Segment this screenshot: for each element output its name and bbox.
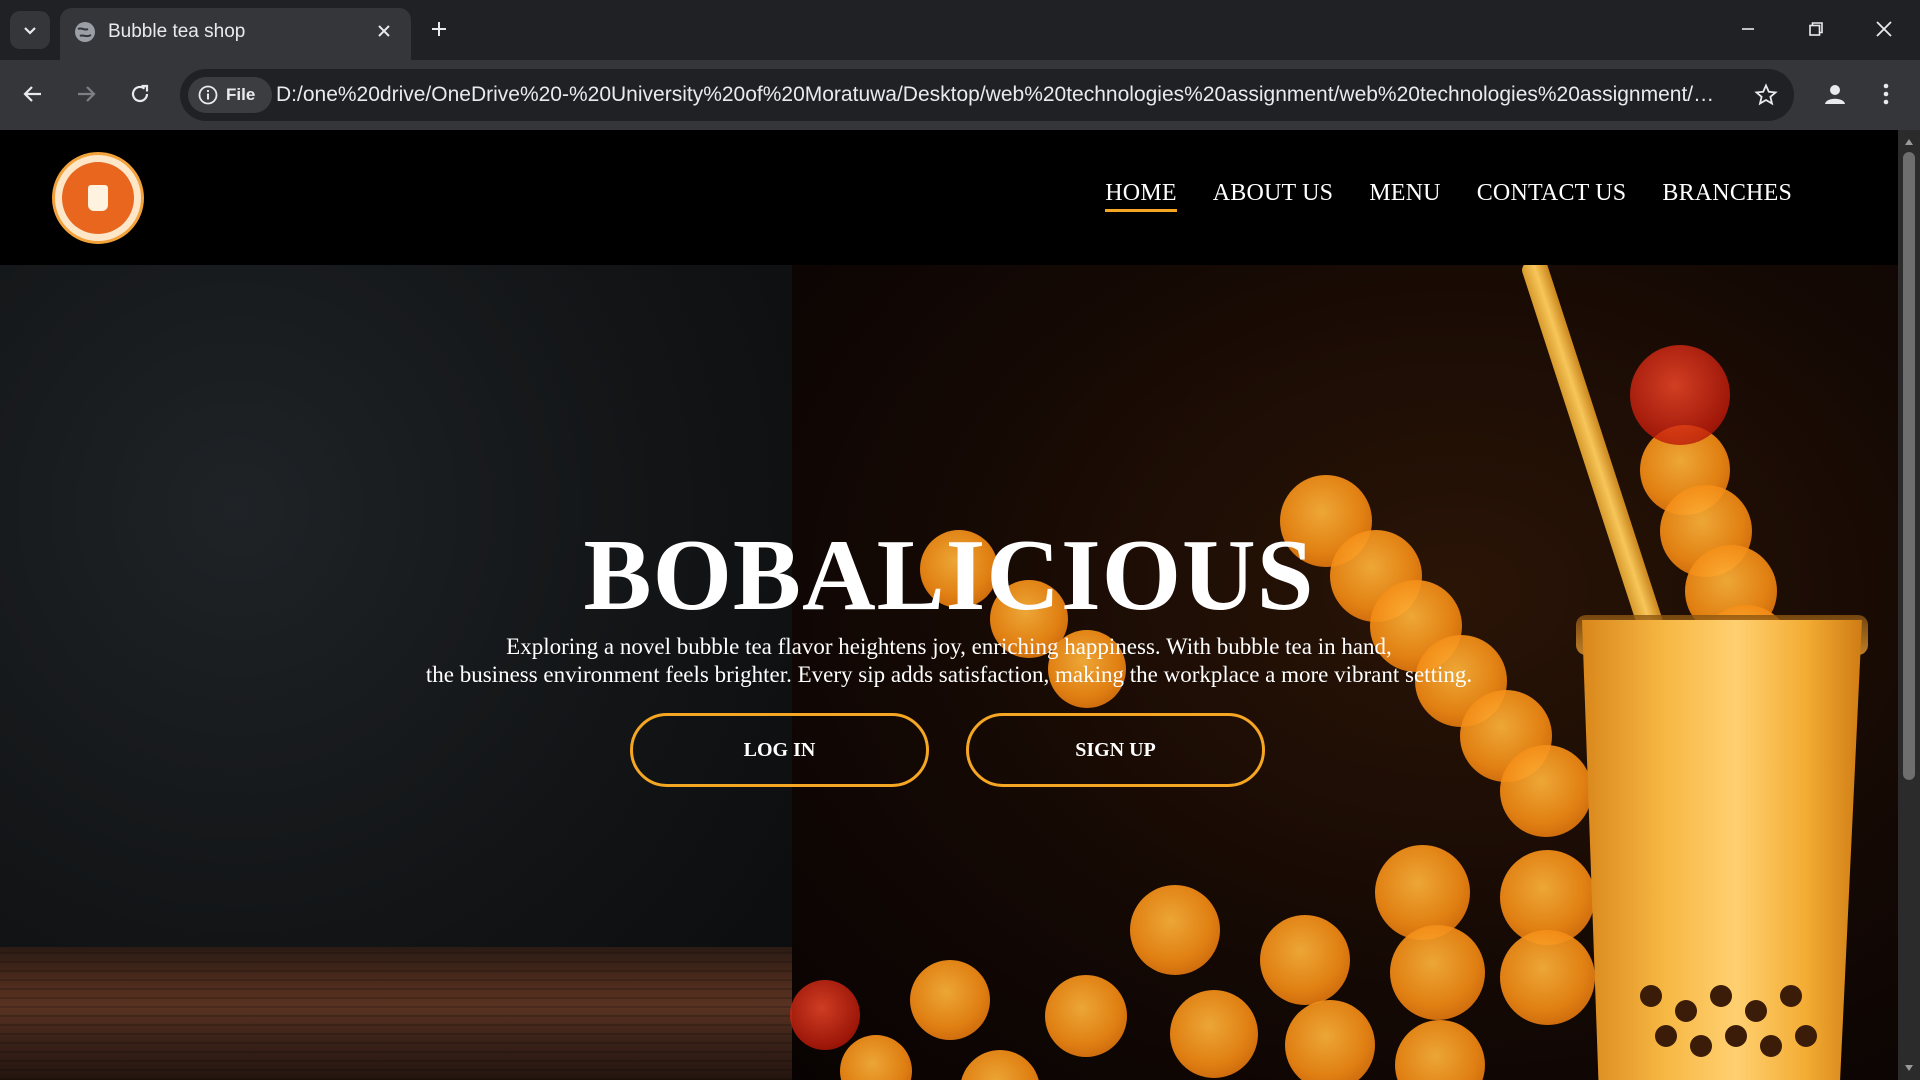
site-chip-label: File <box>226 85 256 104</box>
tab-close-button[interactable] <box>371 18 397 44</box>
browser-menu-button[interactable] <box>1874 75 1898 113</box>
reload-button[interactable] <box>122 76 158 112</box>
nav-about-us[interactable]: ABOUT US <box>1213 180 1334 210</box>
nav-contact-us[interactable]: CONTACT US <box>1477 180 1627 210</box>
hero-section: BOBALICIOUS Exploring a novel bubble tea… <box>0 265 1898 1080</box>
site-info-chip[interactable]: File <box>188 77 272 113</box>
login-button[interactable]: LOG IN <box>630 713 929 787</box>
profile-icon <box>1825 85 1845 104</box>
hero-content: BOBALICIOUS Exploring a novel bubble tea… <box>0 265 1898 1080</box>
tab-search-button[interactable] <box>10 11 50 49</box>
nav-menu[interactable]: MENU <box>1369 180 1440 210</box>
browser-toolbar: File D:/one%20drive/OneDrive%20-%20Unive… <box>0 60 1920 130</box>
nav-home[interactable]: HOME <box>1105 180 1178 212</box>
reload-icon <box>131 84 149 103</box>
globe-icon <box>75 22 95 42</box>
cup-icon <box>88 185 108 211</box>
scroll-down-button[interactable] <box>1898 1060 1920 1076</box>
tab-strip: Bubble tea shop <box>0 0 1920 60</box>
url-text[interactable]: D:/one%20drive/OneDrive%20-%20University… <box>276 83 1716 107</box>
restore-button[interactable] <box>1782 0 1850 58</box>
main-nav: HOME ABOUT US MENU CONTACT US BRANCHES <box>1105 180 1792 212</box>
back-button[interactable] <box>15 76 51 112</box>
triangle-down-icon <box>1905 1065 1913 1071</box>
bookmark-star-button[interactable] <box>1752 81 1780 109</box>
minimize-button[interactable] <box>1714 0 1782 58</box>
tab-title: Bubble tea shop <box>108 21 246 42</box>
hero-description-line-2: the business environment feels brighter.… <box>425 662 1473 687</box>
close-icon <box>1876 21 1892 37</box>
restore-icon <box>1809 22 1823 36</box>
address-bar[interactable]: File D:/one%20drive/OneDrive%20-%20Unive… <box>180 69 1794 121</box>
page-scrollbar[interactable] <box>1898 130 1920 1080</box>
forward-button[interactable] <box>68 76 104 112</box>
nav-branches[interactable]: BRANCHES <box>1662 180 1792 210</box>
logo-badge <box>62 162 134 234</box>
signup-button[interactable]: SIGN UP <box>966 713 1265 787</box>
plus-icon <box>432 22 446 36</box>
star-icon <box>1754 83 1778 106</box>
profile-button[interactable] <box>1816 75 1854 113</box>
scroll-up-button[interactable] <box>1898 134 1920 150</box>
info-icon <box>198 85 218 105</box>
close-window-button[interactable] <box>1850 0 1918 58</box>
close-icon <box>378 25 390 37</box>
arrow-right-icon <box>78 86 96 102</box>
page-viewport: HOME ABOUT US MENU CONTACT US BRANCHES B… <box>0 130 1898 1080</box>
hero-title: BOBALICIOUS <box>583 519 1315 632</box>
site-logo[interactable] <box>52 152 144 244</box>
hero-description-line-1: Exploring a novel bubble tea flavor heig… <box>506 634 1392 659</box>
minimize-icon <box>1742 28 1754 30</box>
site-header: HOME ABOUT US MENU CONTACT US BRANCHES <box>0 130 1898 265</box>
chevron-down-icon <box>24 27 36 35</box>
arrow-left-icon <box>23 86 41 102</box>
hero-description: Exploring a novel bubble tea flavor heig… <box>0 633 1898 689</box>
scroll-thumb[interactable] <box>1903 152 1915 780</box>
new-tab-button[interactable] <box>424 14 454 44</box>
triangle-up-icon <box>1905 139 1913 145</box>
more-vertical-icon <box>1883 83 1889 105</box>
browser-tab[interactable]: Bubble tea shop <box>60 8 411 60</box>
